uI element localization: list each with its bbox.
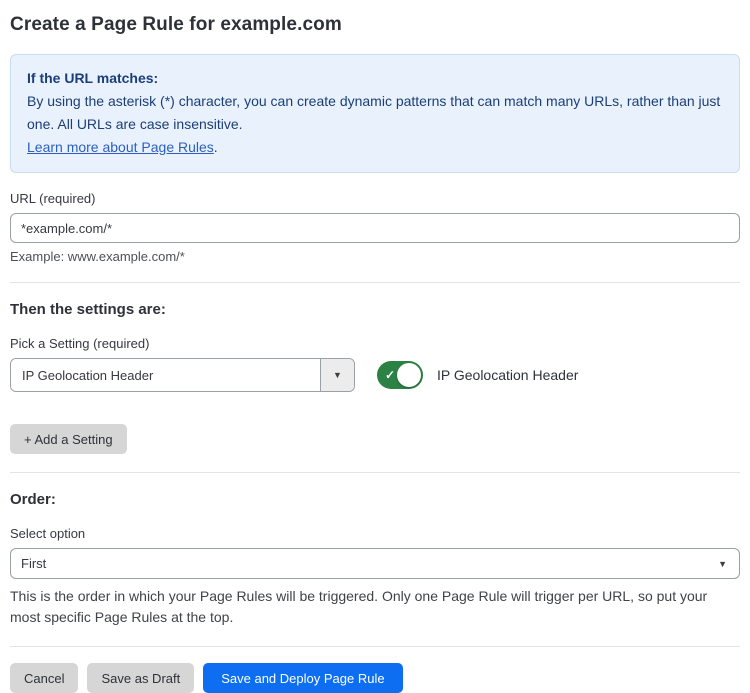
page-rule-form: Create a Page Rule for example.com If th…: [0, 0, 750, 693]
url-label: URL (required): [10, 191, 740, 206]
setting-combobox: ▼: [10, 358, 355, 392]
url-input[interactable]: [10, 213, 740, 243]
divider: [10, 472, 740, 473]
setting-dropdown-button[interactable]: ▼: [320, 359, 354, 391]
order-select-value: First: [21, 556, 46, 571]
toggle-wrap: ✓ IP Geolocation Header: [377, 361, 578, 389]
add-setting-button[interactable]: + Add a Setting: [10, 424, 127, 454]
order-select[interactable]: First ▼: [10, 548, 740, 579]
toggle-knob: [397, 363, 421, 387]
ip-geolocation-toggle[interactable]: ✓: [377, 361, 423, 389]
divider: [10, 282, 740, 283]
order-helper-text: This is the order in which your Page Rul…: [10, 586, 740, 628]
save-deploy-button[interactable]: Save and Deploy Page Rule: [203, 663, 402, 693]
check-icon: ✓: [385, 367, 395, 383]
order-select-label: Select option: [10, 526, 740, 541]
page-title: Create a Page Rule for example.com: [10, 14, 740, 36]
cancel-button[interactable]: Cancel: [10, 663, 78, 693]
toggle-label: IP Geolocation Header: [437, 367, 578, 383]
footer-buttons: Cancel Save as Draft Save and Deploy Pag…: [10, 663, 740, 693]
link-suffix: .: [214, 139, 218, 155]
setting-input[interactable]: [11, 359, 320, 391]
setting-row: ▼ ✓ IP Geolocation Header: [10, 358, 740, 392]
order-section-heading: Order:: [10, 491, 740, 508]
divider: [10, 646, 740, 647]
url-helper-text: Example: www.example.com/*: [10, 249, 740, 264]
pick-setting-label: Pick a Setting (required): [10, 336, 740, 351]
info-box-body: By using the asterisk (*) character, you…: [27, 90, 723, 136]
save-draft-button[interactable]: Save as Draft: [87, 663, 194, 693]
chevron-down-icon: ▼: [333, 370, 342, 380]
url-matches-info-box: If the URL matches: By using the asteris…: [10, 54, 740, 173]
info-box-heading: If the URL matches:: [27, 67, 723, 90]
learn-more-link[interactable]: Learn more about Page Rules: [27, 139, 214, 155]
chevron-down-icon: ▼: [718, 559, 727, 569]
info-box-link-line: Learn more about Page Rules.: [27, 136, 723, 159]
settings-section-heading: Then the settings are:: [10, 301, 740, 318]
